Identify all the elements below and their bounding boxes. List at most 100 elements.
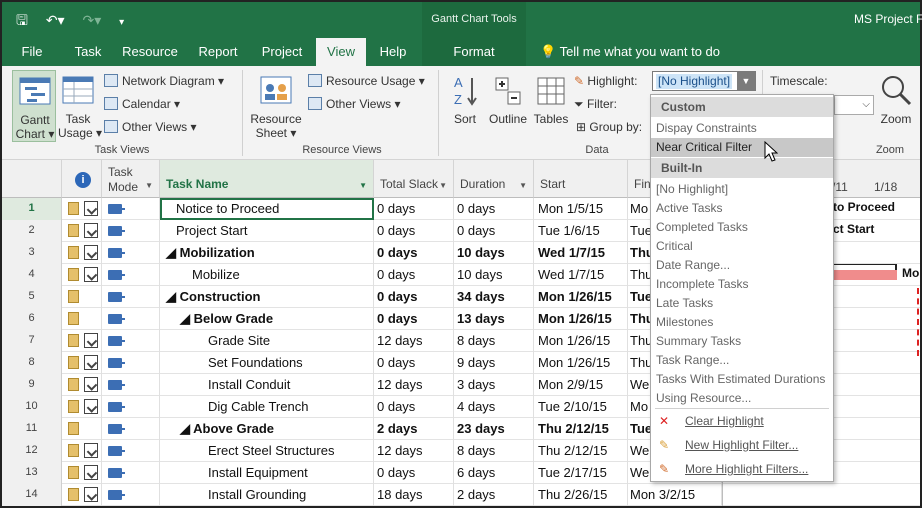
start-cell[interactable]: Thu 2/26/15	[534, 484, 628, 506]
row-number[interactable]: 6	[2, 308, 62, 330]
start-header[interactable]: Start	[534, 160, 628, 198]
duration-header[interactable]: Duration ▼	[454, 160, 534, 198]
tab-report[interactable]: Report	[192, 38, 244, 66]
start-cell[interactable]: Mon 1/26/15	[534, 330, 628, 352]
task-mode-cell[interactable]	[102, 462, 160, 484]
resource-usage-button[interactable]: Resource Usage ▾	[308, 74, 425, 88]
start-cell[interactable]: Mon 2/9/15	[534, 374, 628, 396]
row-number[interactable]: 1	[2, 198, 62, 220]
start-cell[interactable]: Thu 2/12/15	[534, 440, 628, 462]
task-mode-cell[interactable]	[102, 286, 160, 308]
undo-icon[interactable]: ↶▾	[46, 12, 65, 29]
task-name-header[interactable]: Task Name ▼	[160, 160, 374, 198]
select-all-corner[interactable]	[2, 160, 62, 198]
menu-item-builtin-filter[interactable]: Completed Tasks	[651, 218, 833, 237]
row-number[interactable]: 4	[2, 264, 62, 286]
task-mode-cell[interactable]	[102, 352, 160, 374]
tab-help[interactable]: Help	[372, 38, 414, 66]
customize-qat-icon[interactable]: ▾	[119, 17, 124, 28]
total-slack-cell[interactable]: 12 days	[374, 440, 454, 462]
start-cell[interactable]: Tue 2/17/15	[534, 462, 628, 484]
total-slack-cell[interactable]: 0 days	[374, 286, 454, 308]
tab-resource[interactable]: Resource	[118, 38, 182, 66]
indicators-header[interactable]: i	[62, 160, 102, 198]
total-slack-cell[interactable]: 0 days	[374, 220, 454, 242]
tab-file[interactable]: File	[12, 38, 52, 66]
resource-sheet-button[interactable]: Resource Sheet ▾	[250, 70, 302, 142]
total-slack-cell[interactable]: 0 days	[374, 264, 454, 286]
redo-icon[interactable]: ↷▾	[82, 12, 101, 29]
start-cell[interactable]: Tue 1/6/15	[534, 220, 628, 242]
start-cell[interactable]: Mon 1/26/15	[534, 352, 628, 374]
zoom-button[interactable]: Zoom	[874, 70, 918, 142]
duration-cell[interactable]: 23 days	[454, 418, 534, 440]
clear-highlight-command[interactable]: ✕ Clear Highlight	[651, 410, 833, 432]
task-name-cell[interactable]: Install Grounding	[160, 484, 374, 506]
other-views-resource-button[interactable]: Other Views ▾	[308, 97, 401, 111]
chevron-down-icon[interactable]: ▼	[519, 181, 527, 190]
row-number[interactable]: 14	[2, 484, 62, 506]
task-mode-cell[interactable]	[102, 484, 160, 506]
chevron-down-icon[interactable]: ▼	[737, 72, 755, 90]
total-slack-cell[interactable]: 0 days	[374, 462, 454, 484]
total-slack-cell[interactable]: 0 days	[374, 242, 454, 264]
task-mode-cell[interactable]	[102, 242, 160, 264]
more-highlight-filters-command[interactable]: ✎ More Highlight Filters...	[651, 458, 833, 480]
menu-item-near-critical-filter[interactable]: Near Critical Filter	[651, 138, 833, 157]
total-slack-cell[interactable]: 0 days	[374, 352, 454, 374]
duration-cell[interactable]: 8 days	[454, 440, 534, 462]
total-slack-cell[interactable]: 0 days	[374, 396, 454, 418]
other-views-task-button[interactable]: Other Views ▾	[104, 120, 197, 134]
duration-cell[interactable]: 10 days	[454, 242, 534, 264]
task-mode-cell[interactable]	[102, 264, 160, 286]
tab-format[interactable]: Format	[422, 38, 526, 66]
row-number[interactable]: 13	[2, 462, 62, 484]
sort-button[interactable]: A Z Sort	[448, 70, 482, 142]
task-name-cell[interactable]: ◢ Mobilization	[160, 242, 374, 264]
task-name-cell[interactable]: Mobilize	[160, 264, 374, 286]
row-number[interactable]: 8	[2, 352, 62, 374]
menu-item-builtin-filter[interactable]: Date Range...	[651, 256, 833, 275]
total-slack-cell[interactable]: 0 days	[374, 198, 454, 220]
duration-cell[interactable]: 34 days	[454, 286, 534, 308]
menu-item-builtin-filter[interactable]: Tasks With Estimated Durations	[651, 370, 833, 389]
menu-item-builtin-filter[interactable]: Summary Tasks	[651, 332, 833, 351]
start-cell[interactable]: Wed 1/7/15	[534, 264, 628, 286]
duration-cell[interactable]: 4 days	[454, 396, 534, 418]
menu-item-builtin-filter[interactable]: Task Range...	[651, 351, 833, 370]
tables-button[interactable]: Tables	[532, 70, 570, 142]
outline-button[interactable]: Outline	[486, 70, 530, 142]
task-name-cell[interactable]: Project Start	[160, 220, 374, 242]
row-number[interactable]: 9	[2, 374, 62, 396]
highlight-dropdown-menu[interactable]: Custom Dispay Constraints Near Critical …	[650, 94, 834, 482]
menu-item-builtin-filter[interactable]: Incomplete Tasks	[651, 275, 833, 294]
task-mode-cell[interactable]	[102, 418, 160, 440]
calendar-button[interactable]: Calendar ▾	[104, 97, 180, 111]
start-cell[interactable]: Wed 1/7/15	[534, 242, 628, 264]
task-mode-cell[interactable]	[102, 374, 160, 396]
task-mode-cell[interactable]	[102, 308, 160, 330]
chevron-down-icon[interactable]: ▼	[439, 181, 447, 190]
task-name-cell[interactable]: Install Conduit	[160, 374, 374, 396]
row-number[interactable]: 2	[2, 220, 62, 242]
total-slack-header[interactable]: Total Slack ▼	[374, 160, 454, 198]
gantt-chart-button[interactable]: Gantt Chart ▾	[12, 70, 56, 142]
task-mode-cell[interactable]	[102, 198, 160, 220]
task-name-cell[interactable]: Dig Cable Trench	[160, 396, 374, 418]
task-name-cell[interactable]: Notice to Proceed	[160, 198, 374, 220]
task-name-cell[interactable]: Grade Site	[160, 330, 374, 352]
timescale-combobox[interactable]: ⌵	[834, 95, 874, 115]
row-number[interactable]: 10	[2, 396, 62, 418]
network-diagram-button[interactable]: Network Diagram ▾	[104, 74, 224, 88]
menu-item-display-constraints[interactable]: Dispay Constraints	[651, 119, 833, 138]
start-cell[interactable]: Mon 1/26/15	[534, 308, 628, 330]
menu-item-builtin-filter[interactable]: Late Tasks	[651, 294, 833, 313]
start-cell[interactable]: Mon 1/26/15	[534, 286, 628, 308]
task-name-cell[interactable]: ◢ Below Grade	[160, 308, 374, 330]
start-cell[interactable]: Mon 1/5/15	[534, 198, 628, 220]
duration-cell[interactable]: 9 days	[454, 352, 534, 374]
task-mode-cell[interactable]	[102, 220, 160, 242]
duration-cell[interactable]: 0 days	[454, 198, 534, 220]
task-mode-cell[interactable]	[102, 440, 160, 462]
chevron-down-icon[interactable]: ▼	[359, 181, 367, 190]
